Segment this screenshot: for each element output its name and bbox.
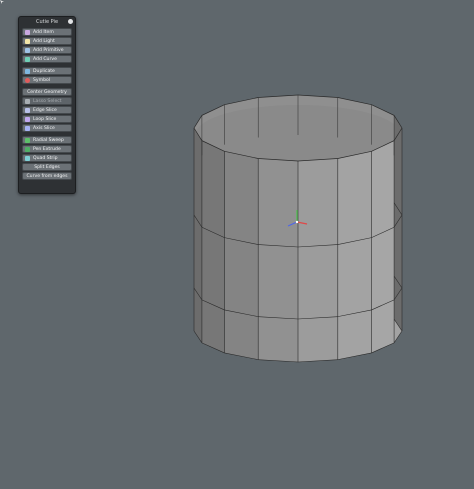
- lasso-select-icon: [25, 98, 30, 104]
- duplicate-button[interactable]: Duplicate: [22, 67, 72, 75]
- cutie-pie-menu: Cutie Pie Add Item Add Light Add Primiti…: [18, 16, 76, 194]
- pin-icon[interactable]: [68, 19, 73, 24]
- quad-strip-button[interactable]: Quad Strip: [22, 154, 72, 162]
- lasso-select-button[interactable]: Lasso Select: [22, 97, 72, 105]
- add-curve-icon: [25, 56, 30, 62]
- cylinder-face: [394, 115, 402, 331]
- add-light-button[interactable]: Add Light: [22, 37, 72, 45]
- duplicate-icon: [25, 68, 30, 74]
- add-primitive-button[interactable]: Add Primitive: [22, 46, 72, 54]
- pie-menu-title: Cutie Pie: [35, 19, 59, 25]
- add-item-button[interactable]: Add Item: [22, 28, 72, 36]
- loop-slice-button[interactable]: Loop Slice: [22, 115, 72, 123]
- axis-slice-icon: [25, 125, 30, 131]
- edge-slice-icon: [25, 107, 30, 113]
- cylinder-face: [224, 151, 259, 360]
- edge-slice-button[interactable]: Edge Slice: [22, 106, 72, 114]
- split-edges-button[interactable]: Split Edges: [22, 163, 72, 171]
- mouse-cursor-icon: [0, 0, 4, 4]
- radial-sweep-button[interactable]: Radial Sweep: [22, 136, 72, 144]
- axis-slice-button[interactable]: Axis Slice: [22, 124, 72, 132]
- curve-from-edges-button[interactable]: Curve from edges: [22, 172, 72, 180]
- symbol-button[interactable]: Symbol: [22, 76, 72, 84]
- cylinder-face: [194, 128, 202, 343]
- pen-extrude-icon: [25, 146, 30, 152]
- symbol-icon: [25, 77, 30, 83]
- cylinder-face: [371, 140, 395, 353]
- cylinder-face: [201, 140, 225, 353]
- add-item-icon: [25, 29, 30, 35]
- cylinder-face: [298, 158, 338, 362]
- add-curve-button[interactable]: Add Curve: [22, 55, 72, 63]
- cylinder-face: [337, 151, 372, 360]
- quad-strip-icon: [25, 155, 30, 161]
- add-light-icon: [25, 38, 30, 44]
- radial-sweep-icon: [25, 137, 30, 143]
- cylinder-face: [258, 158, 298, 362]
- add-primitive-icon: [25, 47, 30, 53]
- pen-extrude-button[interactable]: Pen Extrude: [22, 145, 72, 153]
- pie-menu-header: Cutie Pie: [19, 17, 75, 27]
- loop-slice-icon: [25, 116, 30, 122]
- center-geometry-button[interactable]: Center Geometry: [22, 88, 72, 96]
